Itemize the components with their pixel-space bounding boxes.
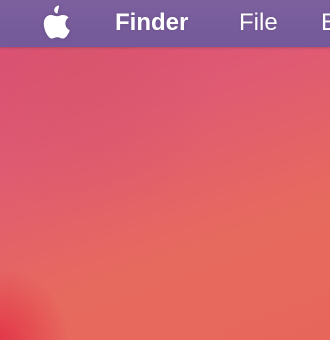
menu-bar: Finder File E xyxy=(0,0,330,47)
apple-logo-icon xyxy=(43,5,70,39)
menu-file[interactable]: File xyxy=(239,8,278,38)
menu-edit[interactable]: E xyxy=(321,8,330,38)
desktop: Finder File E xyxy=(0,0,330,340)
apple-menu-button[interactable] xyxy=(40,4,74,42)
menu-finder[interactable]: Finder xyxy=(115,8,188,38)
